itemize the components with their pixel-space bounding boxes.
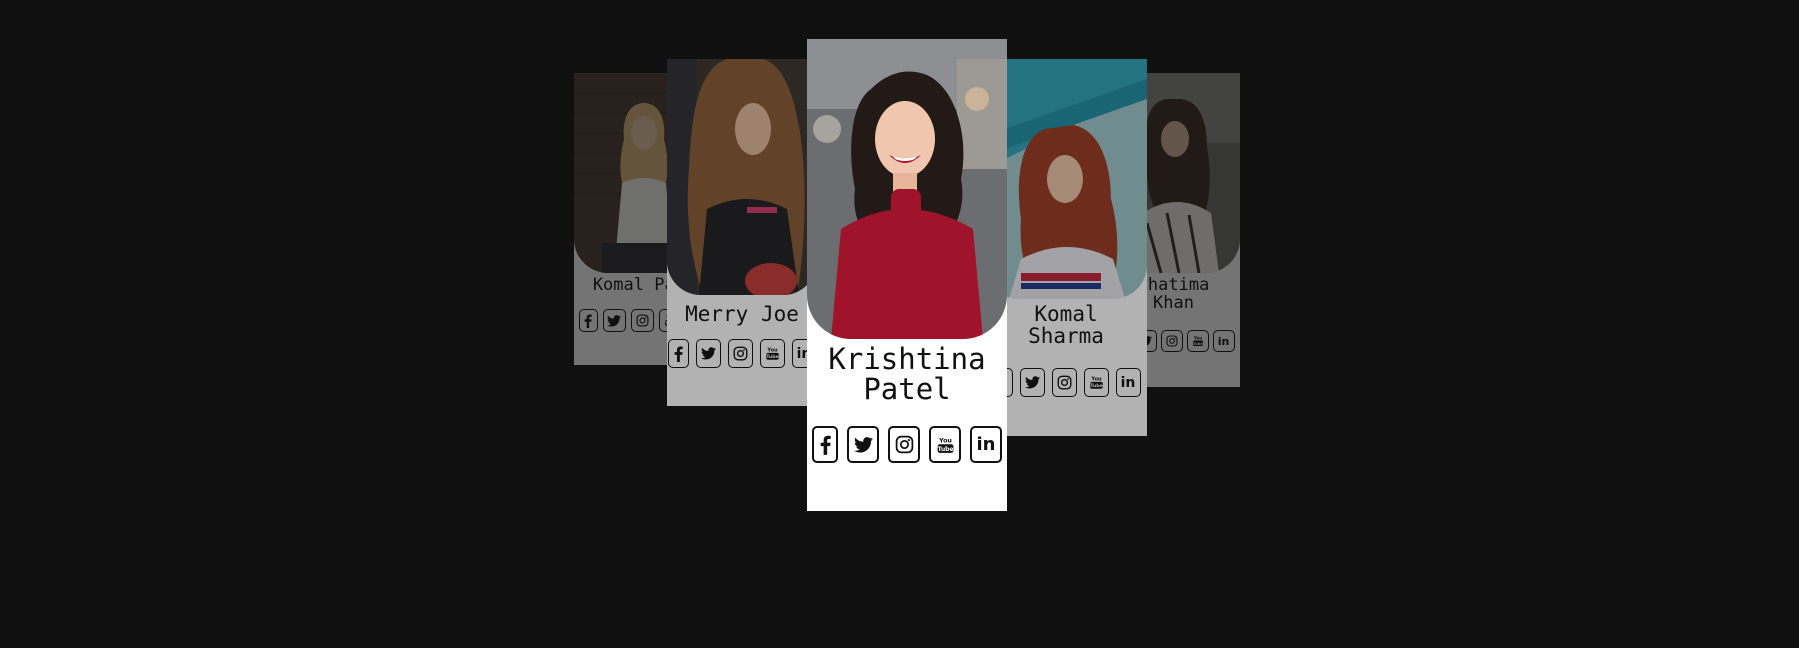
profile-photo — [985, 59, 1147, 299]
instagram-icon[interactable] — [727, 339, 753, 368]
instagram-icon[interactable] — [1160, 330, 1183, 352]
facebook-icon[interactable] — [667, 339, 689, 368]
profile-card-merry-joe[interactable]: Merry Joe You Tube in — [667, 59, 817, 406]
youtube-icon[interactable]: YouTube — [759, 339, 785, 368]
linkedin-icon[interactable]: in — [970, 426, 1002, 463]
svg-text:You: You — [1090, 377, 1102, 383]
instagram-icon[interactable] — [630, 309, 654, 332]
twitter-icon[interactable] — [847, 426, 879, 463]
social-links: YouTube in — [985, 368, 1147, 397]
twitter-icon[interactable] — [1019, 368, 1045, 397]
profile-card-komal-sharma[interactable]: Komal Sharma You Tube in — [985, 59, 1147, 436]
svg-text:You: You — [1192, 336, 1201, 341]
facebook-icon[interactable] — [812, 426, 838, 463]
profile-card-krishtina-patel[interactable]: Krishtina Patel You Tube in — [807, 39, 1007, 511]
svg-text:You: You — [938, 437, 952, 444]
profile-name: Merry Joe — [685, 302, 799, 326]
profile-name: Komal Sharma — [1028, 302, 1104, 349]
profile-photo — [807, 39, 1007, 339]
linkedin-icon[interactable]: in — [1212, 330, 1235, 352]
twitter-icon[interactable] — [602, 309, 626, 332]
svg-text:Tube: Tube — [766, 354, 779, 360]
youtube-icon[interactable]: YouTube — [1186, 330, 1209, 352]
svg-text:Tube: Tube — [1192, 342, 1203, 346]
facebook-icon[interactable] — [578, 309, 598, 332]
social-links: YouTube in — [667, 339, 817, 368]
instagram-icon[interactable] — [888, 426, 920, 463]
profile-name: Krishtina Patel — [828, 342, 986, 407]
profile-photo — [667, 59, 817, 295]
instagram-icon[interactable] — [1051, 368, 1077, 397]
svg-text:Tube: Tube — [937, 445, 953, 452]
twitter-icon[interactable] — [695, 339, 721, 368]
social-links: YouTube in — [807, 426, 1007, 463]
svg-text:Tube: Tube — [1090, 383, 1103, 389]
youtube-icon[interactable]: YouTube — [929, 426, 961, 463]
linkedin-icon[interactable]: in — [1115, 368, 1141, 397]
youtube-icon[interactable]: YouTube — [1083, 368, 1109, 397]
svg-text:You: You — [766, 348, 778, 354]
